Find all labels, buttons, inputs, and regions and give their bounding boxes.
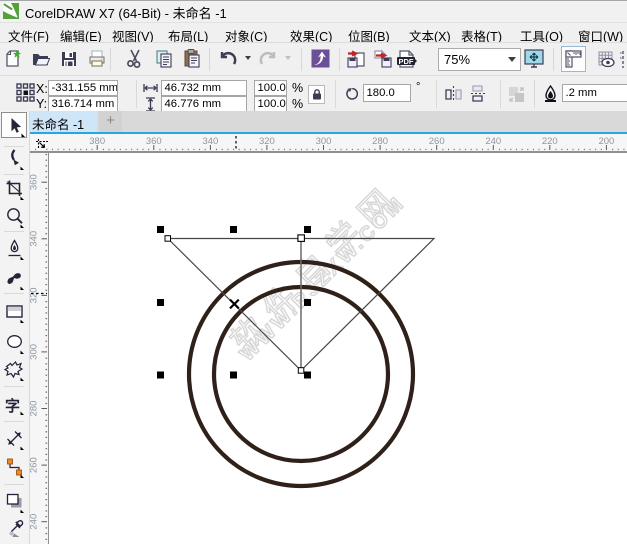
svg-text:260: 260 [30, 457, 40, 473]
svg-text:360: 360 [30, 174, 40, 190]
svg-text:340: 340 [30, 231, 40, 247]
svg-text:240: 240 [30, 514, 40, 530]
svg-text:300: 300 [30, 344, 40, 360]
svg-text:320: 320 [30, 287, 40, 303]
svg-text:PDF: PDF [399, 57, 414, 66]
svg-text:280: 280 [30, 401, 40, 417]
